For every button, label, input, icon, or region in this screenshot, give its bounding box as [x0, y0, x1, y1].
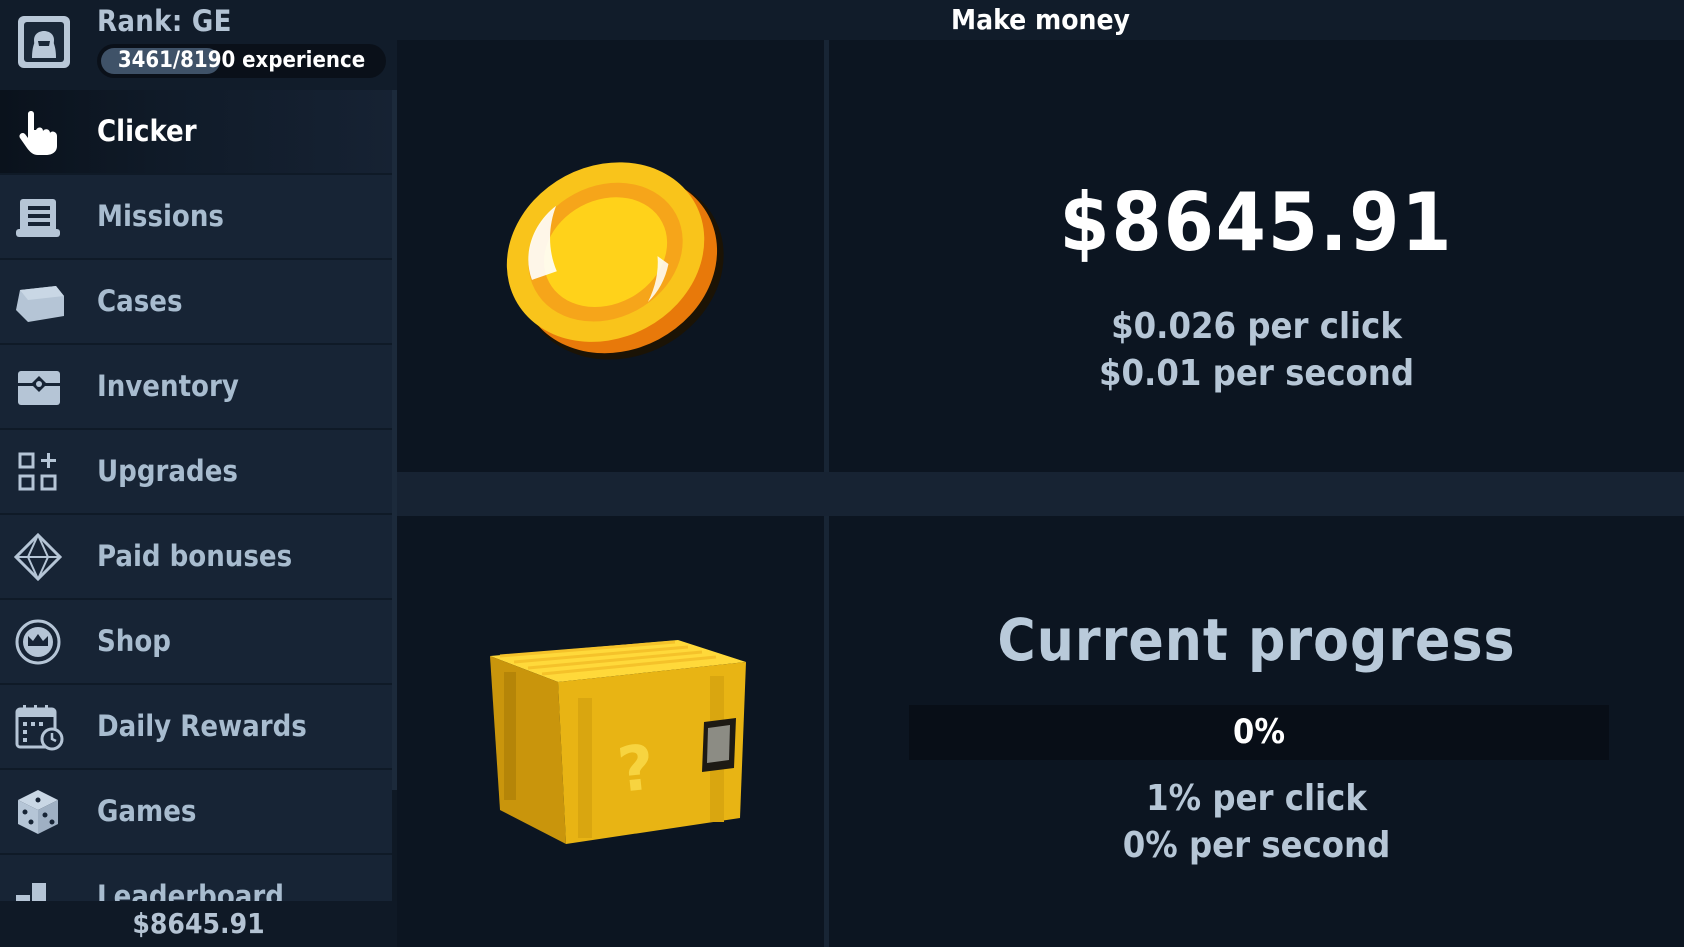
sidebar-item-label: Games	[97, 794, 197, 828]
sidebar-item-daily-rewards[interactable]: Daily Rewards	[0, 685, 392, 770]
sidebar-item-label: Daily Rewards	[97, 709, 307, 743]
mystery-case-icon[interactable]: ?	[470, 620, 760, 850]
money-per-second: $0.01 per second	[1098, 353, 1415, 394]
sidebar-item-label: Cases	[97, 284, 183, 318]
money-balance: $8645.91	[1059, 176, 1454, 269]
sidebar-balance: $8645.91	[0, 901, 397, 947]
sidebar-item-label: Inventory	[97, 369, 239, 403]
horizontal-divider	[397, 472, 1684, 516]
sidebar-item-cases[interactable]: Cases	[0, 260, 392, 345]
scroll-icon	[16, 199, 60, 237]
upgrades-grid-icon	[18, 452, 57, 491]
sidebar-item-paid-bonuses[interactable]: Paid bonuses	[0, 515, 392, 600]
progress-title: Current progress	[997, 606, 1516, 674]
sidebar-item-label: Leaderboard	[97, 879, 284, 901]
sidebar-item-label: Clicker	[97, 114, 197, 148]
case-icon	[16, 286, 64, 322]
sidebar-nav: Clicker Missions Cases Inventory Upgrade…	[0, 90, 392, 901]
sidebar: Rank: GE 3461/8190 experience Clicker Mi…	[0, 0, 397, 947]
rank-label: Rank: GE	[97, 4, 232, 38]
progress-panel: Current progress 0% 1% per click 0% per …	[829, 516, 1684, 947]
progress-bar: 0%	[909, 705, 1609, 760]
experience-text: 3461/8190 experience	[117, 48, 366, 73]
sidebar-item-label: Shop	[97, 624, 171, 658]
calendar-clock-icon	[15, 705, 64, 751]
sidebar-item-label: Paid bonuses	[97, 539, 293, 573]
progress-percent: 0%	[1233, 712, 1285, 752]
sidebar-item-missions[interactable]: Missions	[0, 175, 392, 260]
pointer-hand-icon	[19, 111, 57, 155]
sidebar-item-label: Upgrades	[97, 454, 238, 488]
money-panel: $8645.91 $0.026 per click $0.01 per seco…	[829, 44, 1684, 472]
podium-icon	[16, 883, 46, 901]
progress-per-click: 1% per click	[1146, 778, 1367, 819]
inventory-chest-icon	[18, 371, 60, 405]
sidebar-item-label: Missions	[97, 199, 224, 233]
page-title: Make money	[397, 0, 1684, 40]
sidebar-item-games[interactable]: Games	[0, 770, 392, 855]
experience-bar: 3461/8190 experience	[97, 44, 386, 78]
progress-per-second: 0% per second	[1122, 825, 1391, 866]
money-per-click: $0.026 per click	[1111, 306, 1402, 347]
diamond-icon	[14, 533, 63, 581]
sidebar-item-clicker[interactable]: Clicker	[0, 90, 392, 175]
coin-clicker-icon[interactable]	[492, 140, 732, 380]
sidebar-item-leaderboard[interactable]: Leaderboard	[0, 855, 392, 901]
svg-text:?: ?	[614, 730, 657, 806]
avatar-icon[interactable]	[16, 14, 72, 70]
sidebar-item-inventory[interactable]: Inventory	[0, 345, 392, 430]
sidebar-item-upgrades[interactable]: Upgrades	[0, 430, 392, 515]
dice-icon	[18, 790, 58, 834]
profile-header: Rank: GE 3461/8190 experience	[0, 0, 397, 92]
shop-crown-icon	[15, 619, 61, 665]
sidebar-item-shop[interactable]: Shop	[0, 600, 392, 685]
